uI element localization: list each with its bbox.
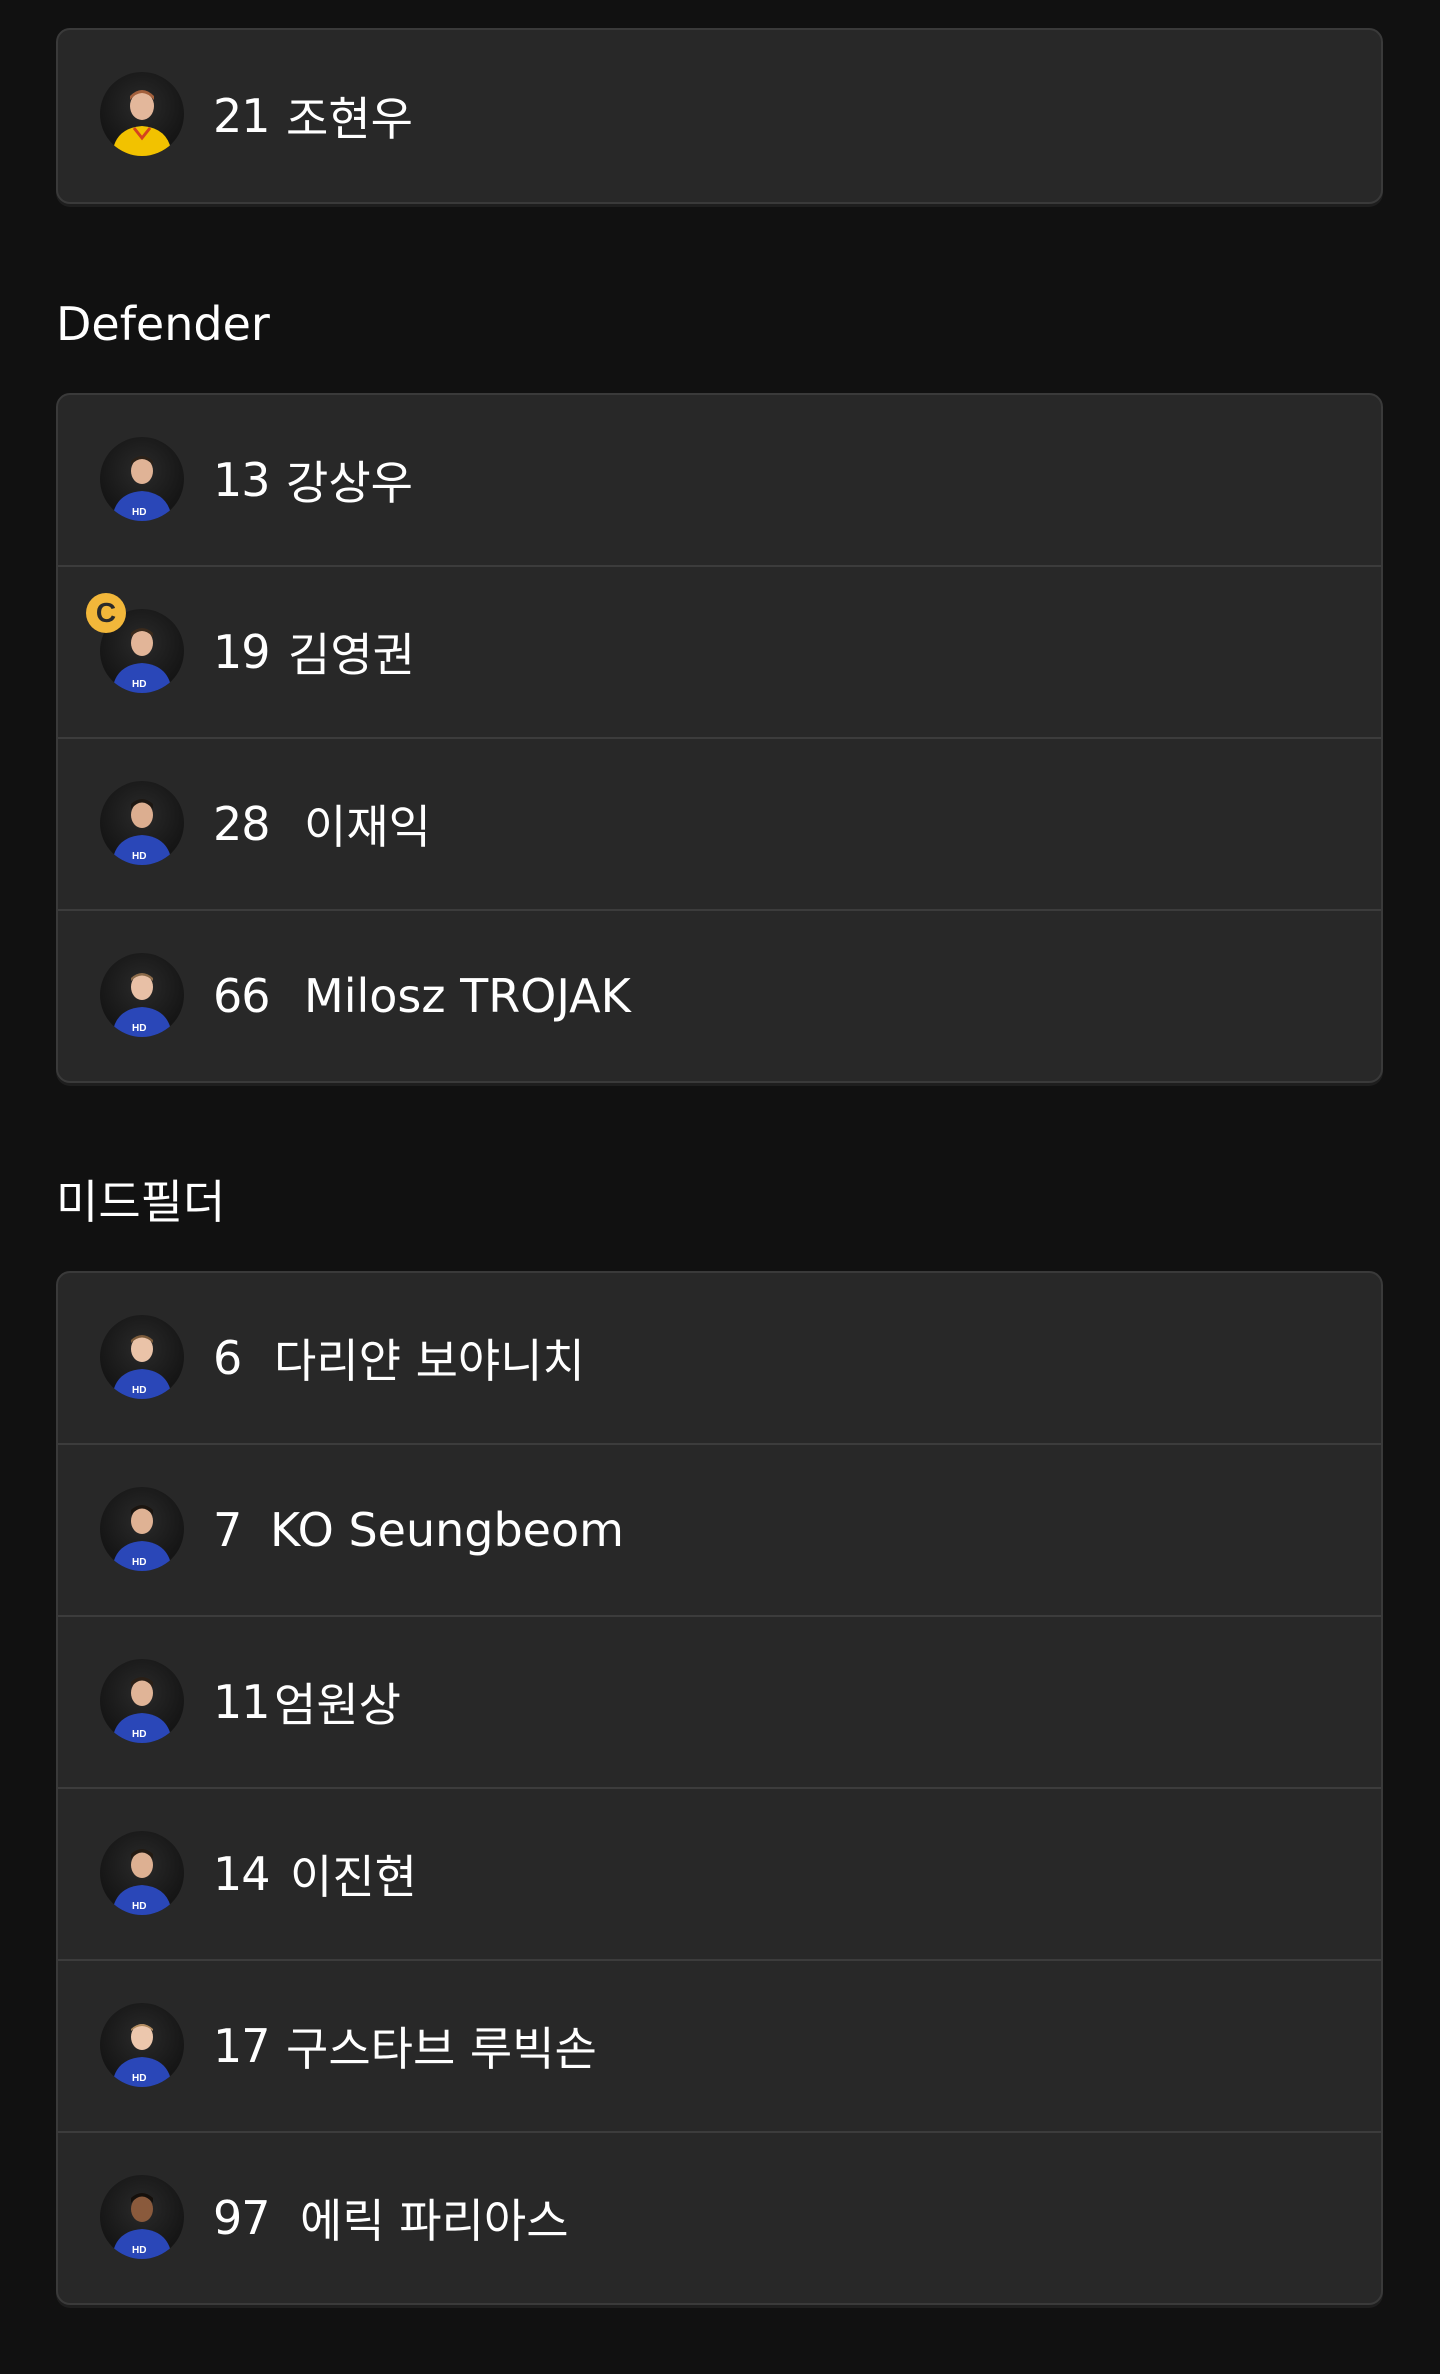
svg-text:HD: HD bbox=[132, 851, 146, 862]
svg-text:HD: HD bbox=[132, 1901, 146, 1912]
squad-list: 21 조현우 Defender HD 13 강상우 C HD 19 김영권 HD… bbox=[56, 28, 1383, 2305]
goalkeeper-card: 21 조현우 bbox=[56, 28, 1383, 204]
section-title-midfielder: 미드필더 bbox=[56, 1175, 226, 1229]
player-avatar: HD bbox=[100, 1487, 184, 1571]
player-avatar: HD bbox=[100, 781, 184, 865]
player-number: 17 bbox=[213, 2019, 271, 2073]
svg-text:HD: HD bbox=[132, 1557, 146, 1568]
player-avatar: HD bbox=[100, 1831, 184, 1915]
player-number: 21 bbox=[213, 89, 271, 143]
player-number: 11 bbox=[213, 1675, 271, 1729]
player-name: 구스타브 루빅손 bbox=[286, 2022, 597, 2076]
player-name: 다리얀 보야니치 bbox=[274, 1334, 585, 1388]
player-avatar: HD bbox=[100, 2003, 184, 2087]
player-number: 14 bbox=[213, 1847, 271, 1901]
player-row[interactable]: HD 66 Milosz TROJAK bbox=[58, 909, 1381, 1081]
player-avatar: HD bbox=[100, 953, 184, 1037]
player-avatar: HD bbox=[100, 437, 184, 521]
player-name: Milosz TROJAK bbox=[304, 969, 631, 1023]
player-number: 19 bbox=[213, 625, 271, 679]
player-name: 엄원상 bbox=[274, 1678, 401, 1732]
svg-text:HD: HD bbox=[132, 1023, 146, 1034]
player-name: KO Seungbeom bbox=[270, 1503, 624, 1557]
player-number: 13 bbox=[213, 453, 271, 507]
svg-text:HD: HD bbox=[132, 507, 146, 518]
player-avatar: HD bbox=[100, 1315, 184, 1399]
svg-text:HD: HD bbox=[132, 1385, 146, 1396]
midfielder-card: HD 6 다리얀 보야니치 HD 7 KO Seungbeom HD 11 엄원… bbox=[56, 1271, 1383, 2305]
player-row[interactable]: HD 6 다리얀 보야니치 bbox=[58, 1273, 1381, 1443]
player-row[interactable]: HD 11 엄원상 bbox=[58, 1615, 1381, 1787]
player-name: 김영권 bbox=[288, 628, 415, 682]
player-name: 이진현 bbox=[290, 1850, 417, 1904]
player-row[interactable]: HD 17 구스타브 루빅손 bbox=[58, 1959, 1381, 2131]
svg-text:HD: HD bbox=[132, 679, 146, 690]
section-title-defender: Defender bbox=[56, 297, 270, 351]
player-number: 7 bbox=[213, 1503, 242, 1557]
player-avatar bbox=[100, 72, 184, 156]
player-number: 97 bbox=[213, 2191, 271, 2245]
captain-badge-icon: C bbox=[86, 593, 126, 633]
player-row[interactable]: 21 조현우 bbox=[58, 30, 1381, 202]
player-row[interactable]: HD 13 강상우 bbox=[58, 395, 1381, 565]
player-number: 66 bbox=[213, 969, 271, 1023]
player-number: 28 bbox=[213, 797, 271, 851]
player-avatar: HD bbox=[100, 2175, 184, 2259]
player-name: 에릭 파리아스 bbox=[300, 2194, 569, 2248]
player-row[interactable]: HD 14 이진현 bbox=[58, 1787, 1381, 1959]
player-name: 강상우 bbox=[286, 456, 413, 510]
player-number: 6 bbox=[213, 1331, 242, 1385]
player-row[interactable]: C HD 19 김영권 bbox=[58, 565, 1381, 737]
svg-text:HD: HD bbox=[132, 2245, 146, 2256]
defender-card: HD 13 강상우 C HD 19 김영권 HD 28 이재익 HD 66 Mi… bbox=[56, 393, 1383, 1083]
player-row[interactable]: HD 97 에릭 파리아스 bbox=[58, 2131, 1381, 2303]
player-avatar: HD bbox=[100, 1659, 184, 1743]
svg-text:HD: HD bbox=[132, 2073, 146, 2084]
svg-text:HD: HD bbox=[132, 1729, 146, 1740]
player-name: 조현우 bbox=[286, 92, 413, 146]
player-row[interactable]: HD 7 KO Seungbeom bbox=[58, 1443, 1381, 1615]
player-row[interactable]: HD 28 이재익 bbox=[58, 737, 1381, 909]
player-name: 이재익 bbox=[304, 800, 431, 854]
